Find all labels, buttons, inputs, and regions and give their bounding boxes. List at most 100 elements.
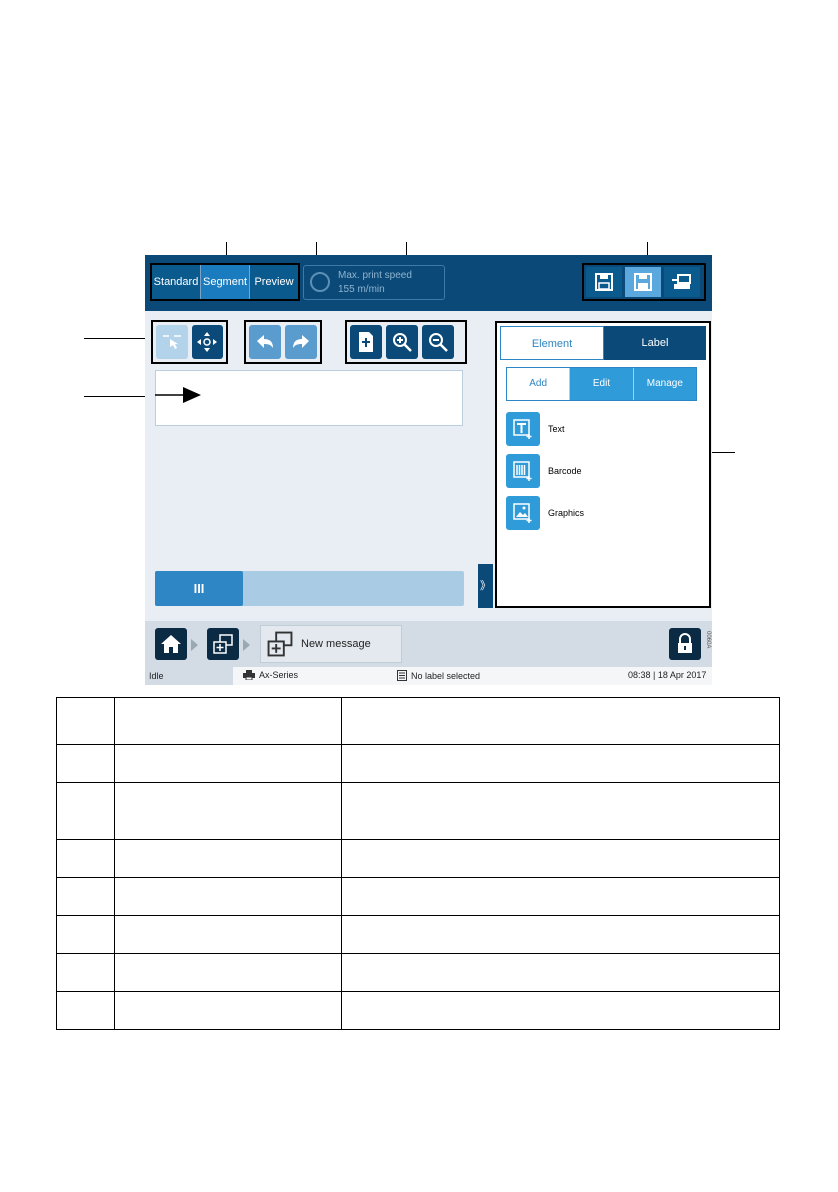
add-barcode-label: Barcode [548,466,582,476]
panel-subtabs: Add Edit Manage [506,367,697,401]
subtab-manage[interactable]: Manage [632,368,696,400]
table-cell [114,915,342,954]
save-print-group [582,263,706,301]
table-cell [56,697,115,745]
zoom-out-icon [429,333,448,352]
message-editor-button[interactable] [207,628,239,660]
scrollbar-thumb[interactable]: III [155,571,243,606]
save-button[interactable] [586,267,622,297]
label-status: No label selected [397,670,480,681]
table-cell [341,782,780,840]
label-icon [397,670,407,681]
panel-collapse-button[interactable]: 》 [478,564,493,608]
table-cell [341,877,780,916]
message-editing-area[interactable] [155,370,463,426]
table-cell [114,782,342,840]
table-row [56,839,780,878]
print-speed-info: Max. print speed 155 m/min [303,265,445,300]
table-row [56,953,780,992]
add-graphics-item[interactable]: Graphics [506,495,584,531]
select-button[interactable] [156,325,188,359]
printer-name: Ax-Series [259,670,299,680]
lock-button[interactable] [669,628,701,660]
home-button[interactable] [155,628,187,660]
callout-key-table [56,697,780,1030]
barcode-add-icon [506,454,540,488]
mode-preview-button[interactable]: Preview [250,265,298,299]
table-cell [56,839,115,878]
mode-standard-button[interactable]: Standard [152,265,201,299]
print-speed-label: Max. print speed [338,270,412,281]
mode-segment-button[interactable]: Segment [201,265,250,299]
table-cell [341,839,780,878]
breadcrumb-message-label: New message [301,638,371,650]
table-row [56,915,780,954]
ui-screen: Standard Segment Preview Max. print spee… [145,255,712,685]
redo-button[interactable] [285,325,317,359]
lock-icon [678,633,692,653]
printer-icon [243,670,255,680]
speedometer-icon [310,272,330,292]
zoom-in-icon [393,333,412,352]
fit-to-page-button[interactable] [350,325,382,359]
table-row [56,697,780,745]
zoom-in-button[interactable] [386,325,418,359]
table-cell [56,744,115,783]
move-button[interactable] [191,325,223,359]
table-cell [114,877,342,916]
tab-element[interactable]: Element [500,326,604,360]
table-cell [114,839,342,878]
add-text-item[interactable]: Text [506,411,565,447]
table-cell [114,991,342,1030]
table-cell [341,744,780,783]
add-text-label: Text [548,424,565,434]
graphics-add-icon [506,496,540,530]
properties-panel: Element Label Add Edit Manage Text Barco… [495,321,711,608]
table-cell [341,953,780,992]
save-as-icon [634,273,652,291]
breadcrumb-new-message[interactable]: New message [260,625,402,663]
table-cell [114,953,342,992]
table-cell [114,744,342,783]
new-message-icon [267,631,293,657]
figure-code: 0060A [705,631,711,649]
zoom-out-button[interactable] [422,325,454,359]
undo-redo-group [244,320,322,364]
printer-state: Idle [145,667,233,685]
table-cell [56,782,115,840]
callout-arrow [155,387,201,403]
tab-label[interactable]: Label [604,326,706,360]
send-to-printer-icon [672,274,691,289]
home-icon [161,635,181,653]
add-graphics-label: Graphics [548,508,585,518]
zoom-group [345,320,467,364]
send-to-printer-button[interactable] [664,267,700,297]
table-row [56,877,780,916]
printer-status: Ax-Series [243,670,298,680]
save-icon [595,273,613,291]
table-cell [114,697,342,745]
table-row [56,782,780,840]
view-mode-group: Standard Segment Preview [150,263,300,301]
label-status-text: No label selected [411,670,481,681]
table-row [56,991,780,1030]
print-speed-value: 155 m/min [338,284,385,295]
date-time: 08:38 | 18 Apr 2017 [628,670,706,680]
callout-line-7 [711,452,735,453]
callout-line-5 [84,338,153,339]
save-as-button[interactable] [625,267,661,297]
undo-button[interactable] [249,325,281,359]
table-cell [341,991,780,1030]
add-barcode-item[interactable]: Barcode [506,453,582,489]
subtab-edit[interactable]: Edit [569,368,633,400]
text-add-icon [506,412,540,446]
redo-icon [293,335,309,348]
top-bar: Standard Segment Preview Max. print spee… [145,255,712,311]
message-scrollbar[interactable]: III [155,571,464,606]
table-cell [56,915,115,954]
subtab-add[interactable]: Add [507,368,570,400]
date-time-text: 08:38 | 18 Apr 2017 [628,670,707,680]
bottom-navigation: New message 0060A [145,621,712,667]
table-cell [56,877,115,916]
panel-tabs: Element Label [500,326,706,360]
